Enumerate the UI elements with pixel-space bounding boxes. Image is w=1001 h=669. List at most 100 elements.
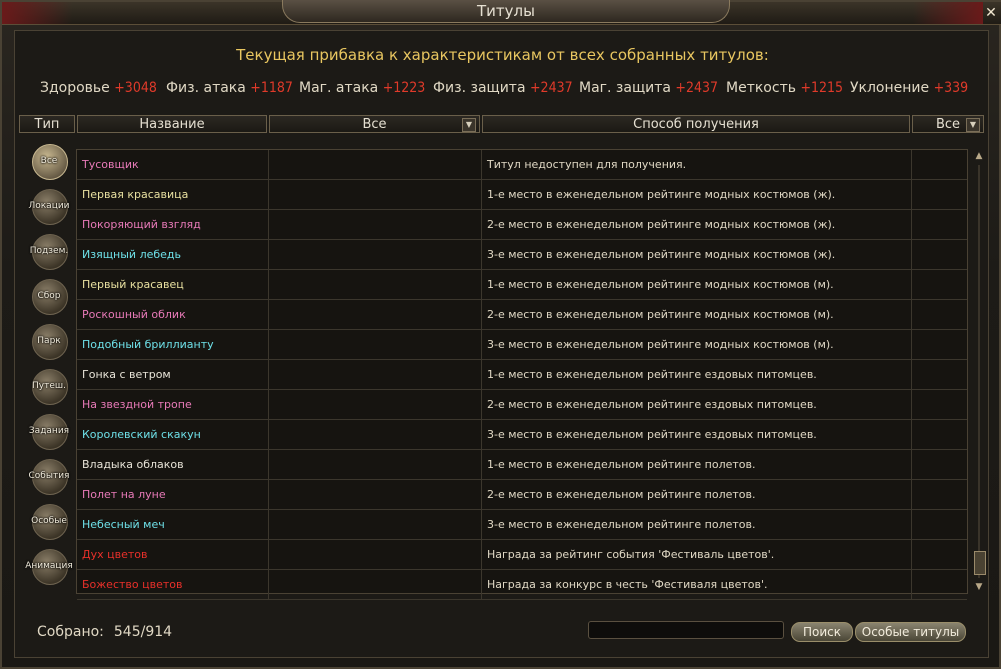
table-row[interactable]: Роскошный облик 2-е место в еженедельном … (77, 300, 967, 330)
category-button[interactable]: Парк (26, 322, 72, 362)
stat-value: +1223 (382, 80, 426, 96)
title-extra-cell (269, 330, 482, 359)
title-status-cell (912, 480, 967, 509)
table-row[interactable]: Гонка с ветром 1-е место в еженедельном р… (77, 360, 967, 390)
table-row[interactable]: Тусовщик Титул недоступен для получения. (77, 150, 967, 180)
titles-window: Титулы ✕ Текущая прибавка к характеристи… (0, 0, 1001, 669)
stat-label: Уклонение (850, 80, 930, 96)
title-source: 3-е место в еженедельном рейтинге модных… (482, 330, 912, 359)
title-name: Владыка облаков (77, 450, 269, 479)
title-extra-cell (269, 570, 482, 599)
table-row[interactable]: Дух цветов Награда за рейтинг события 'Фе… (77, 540, 967, 570)
title-status-cell (912, 360, 967, 389)
title-source: Награда за рейтинг события 'Фестиваль цв… (482, 540, 912, 569)
special-titles-button[interactable]: Особые титулы (855, 622, 966, 642)
filter-value: Все (362, 117, 387, 132)
chevron-down-icon[interactable]: ▼ (966, 118, 980, 132)
category-button[interactable]: Путеш. (26, 367, 72, 407)
category-label: Особые (31, 516, 67, 526)
column-type: Тип (19, 115, 75, 133)
stat-mag-attack: Маг. атака +1223 (299, 80, 425, 96)
close-icon[interactable]: ✕ (983, 5, 999, 21)
table-row[interactable]: Первая красавица 1-е место в еженедельном… (77, 180, 967, 210)
category-label: Все (40, 156, 58, 166)
title-source: 2-е место в еженедельном рейтинге ездовы… (482, 390, 912, 419)
title-source: 2-е место в еженедельном рейтинге модных… (482, 210, 912, 239)
category-button[interactable]: Локации (26, 187, 72, 227)
category-button[interactable]: События (26, 457, 72, 497)
title-extra-cell (269, 210, 482, 239)
title-status-cell (912, 330, 967, 359)
scrollbar[interactable]: ▲ ▼ (972, 149, 986, 594)
title-source: 3-е место в еженедельном рейтинге полето… (482, 510, 912, 539)
title-source: 2-е место в еженедельном рейтинге полето… (482, 480, 912, 509)
stat-value: +2437 (530, 80, 573, 96)
chevron-down-icon[interactable]: ▼ (462, 118, 476, 132)
table-row[interactable]: Покоряющий взгляд 2-е место в еженедельно… (77, 210, 967, 240)
table-row[interactable]: Изящный лебедь 3-е место в еженедельном р… (77, 240, 967, 270)
arrow-down-icon[interactable]: ▼ (973, 582, 985, 592)
table-row[interactable]: Первый красавец 1-е место в еженедельном … (77, 270, 967, 300)
title-status-cell (912, 510, 967, 539)
title-name: Дух цветов (77, 540, 269, 569)
category-button[interactable]: Анимация (25, 547, 73, 587)
ornament-left (2, 2, 72, 24)
category-button[interactable]: Подзем. (26, 232, 72, 272)
title-extra-cell (269, 480, 482, 509)
category-button[interactable]: Особые (26, 502, 72, 542)
title-extra-cell (269, 390, 482, 419)
title-name: Небесный меч (77, 510, 269, 539)
stat-evasion: Уклонение +339 (850, 80, 968, 96)
arrow-up-icon[interactable]: ▲ (973, 151, 985, 161)
stat-label: Маг. защита (579, 80, 671, 96)
title-name: Покоряющий взгляд (77, 210, 269, 239)
table-row[interactable]: Подобный бриллианту 3-е место в еженедель… (77, 330, 967, 360)
stat-label: Маг. атака (299, 80, 379, 96)
stat-phys-defense: Физ. защита +2437 (433, 80, 573, 96)
title-source: 1-е место в еженедельном рейтинге модных… (482, 270, 912, 299)
title-source: 3-е место в еженедельном рейтинге ездовы… (482, 420, 912, 449)
search-button[interactable]: Поиск (791, 622, 853, 642)
title-extra-cell (269, 240, 482, 269)
title-extra-cell (269, 450, 482, 479)
category-button[interactable]: Сбор (26, 277, 72, 317)
stat-label: Физ. атака (166, 80, 246, 96)
filter-dropdown[interactable]: Все ▼ (269, 115, 480, 133)
title-name: Полет на луне (77, 480, 269, 509)
title-source: 2-е место в еженедельном рейтинге модных… (482, 300, 912, 329)
category-button[interactable]: Задания (26, 412, 72, 452)
title-name: Подобный бриллианту (77, 330, 269, 359)
category-button[interactable]: Все (26, 142, 72, 182)
collected-label: Собрано: (37, 624, 104, 640)
table-row[interactable]: Божество цветов Награда за конкурс в чест… (77, 570, 967, 600)
table-row[interactable]: Полет на луне 2-е место в еженедельном ре… (77, 480, 967, 510)
collected-count: Собрано: 545/914 (37, 624, 172, 640)
title-extra-cell (269, 150, 482, 179)
title-status-cell (912, 540, 967, 569)
bonus-header: Текущая прибавка к характеристикам от вс… (236, 46, 769, 64)
table-row[interactable]: Небесный меч 3-е место в еженедельном рей… (77, 510, 967, 540)
title-extra-cell (269, 420, 482, 449)
ornament-right (913, 2, 983, 24)
title-source: 1-е место в еженедельном рейтинге полето… (482, 450, 912, 479)
table-row[interactable]: Королевский скакун 3-е место в еженедельн… (77, 420, 967, 450)
stat-label: Физ. защита (433, 80, 526, 96)
stat-label: Меткость (726, 80, 796, 96)
stat-value: +1215 (800, 80, 844, 96)
title-bar: Титулы ✕ (2, 0, 1001, 25)
stat-accuracy: Меткость +1215 (726, 80, 843, 96)
search-input[interactable] (588, 621, 784, 639)
title-status-cell (912, 150, 967, 179)
filter2-dropdown[interactable]: Все ▼ (912, 115, 984, 133)
category-label: Подзем. (29, 246, 69, 256)
scroll-thumb[interactable] (974, 551, 986, 575)
title-source: Титул недоступен для получения. (482, 150, 912, 179)
title-name: Первая красавица (77, 180, 269, 209)
title-name: Божество цветов (77, 570, 269, 599)
title-status-cell (912, 570, 967, 599)
table-row[interactable]: На звездной тропе 2-е место в еженедельно… (77, 390, 967, 420)
table-row[interactable]: Владыка облаков 1-е место в еженедельном … (77, 450, 967, 480)
scroll-track[interactable] (978, 165, 980, 578)
titles-list: Тусовщик Титул недоступен для получения. П… (76, 149, 968, 600)
title-status-cell (912, 240, 967, 269)
